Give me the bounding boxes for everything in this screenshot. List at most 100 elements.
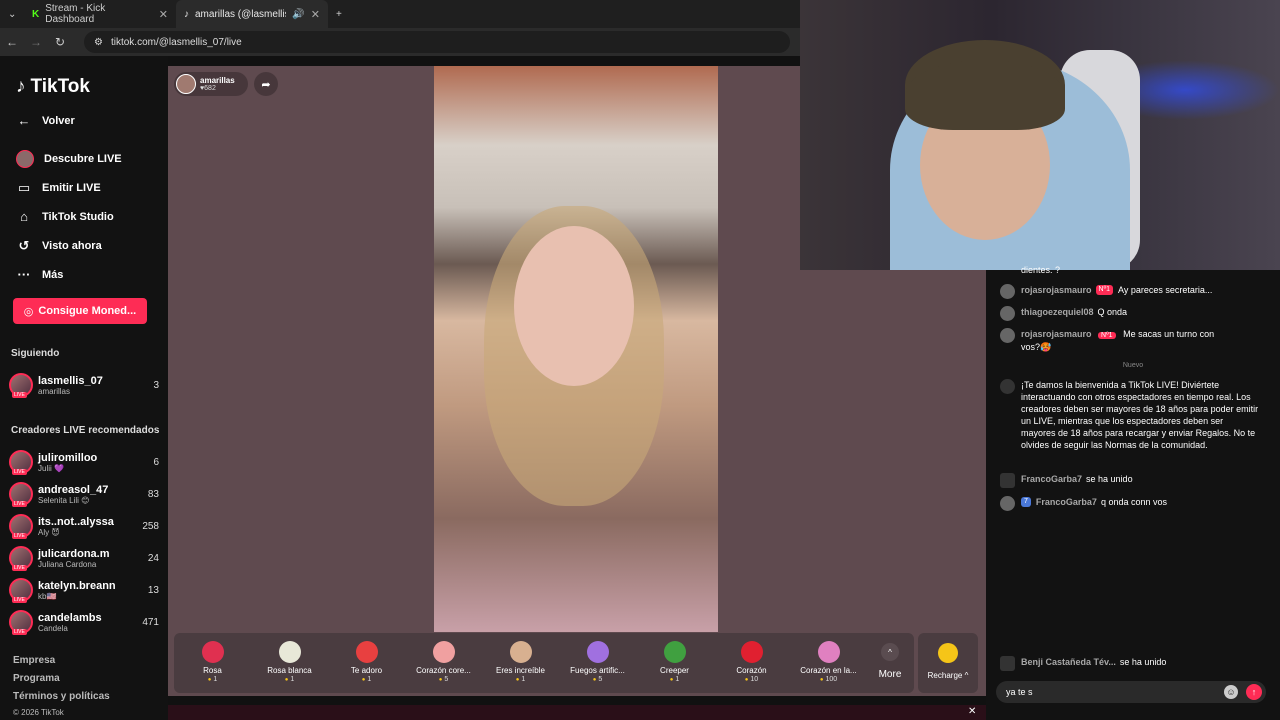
gift-label: Corazón en la...: [800, 666, 857, 675]
recommended-item[interactable]: its..not..alyssaAly 😈 258: [9, 512, 159, 540]
creator-nickname: amarillas: [38, 386, 71, 396]
avatar: [9, 482, 33, 507]
new-messages-divider: Nuevo: [1122, 362, 1144, 369]
gift-item[interactable]: Fuegos artific...5: [559, 633, 636, 693]
chat-user[interactable]: FrancoGarba7: [1021, 473, 1082, 488]
avatar: [9, 578, 33, 603]
chat-text: q onda conn vos: [1100, 497, 1167, 507]
footer-link-program[interactable]: Programa: [13, 673, 60, 684]
share-button[interactable]: ➦: [254, 72, 278, 96]
gift-item[interactable]: Te adoro1: [328, 633, 405, 693]
tab-label: amarillas (@lasmellis_07) e: [195, 8, 286, 20]
emoji-icon[interactable]: ☺: [1224, 685, 1238, 699]
gift-icon: [278, 641, 301, 663]
creator-name: juliromilloo: [38, 451, 98, 464]
chat-panel: dientes. ? rojasrojasmauro Nº1 Ay parece…: [986, 265, 1280, 720]
gift-item[interactable]: Corazón10: [713, 633, 790, 693]
streamer-info[interactable]: amarillas ♥682: [174, 72, 248, 96]
creator-name: julicardona.m: [38, 547, 110, 560]
tiktok-logo[interactable]: ♪ TikTok: [16, 76, 90, 98]
tab-label: Stream - Kick Dashboard: [45, 3, 106, 25]
avatar: [9, 514, 33, 539]
url-field[interactable]: ⚙ tiktok.com/@lasmellis_07/live: [84, 31, 790, 53]
gift-item[interactable]: Rosa1: [174, 633, 251, 693]
footer-link-company[interactable]: Empresa: [13, 655, 55, 666]
gift-icon: [817, 641, 840, 663]
gift-item[interactable]: Creeper1: [636, 633, 713, 693]
avatar: [9, 373, 33, 398]
address-bar-row: ← → ↻ ⚙ tiktok.com/@lasmellis_07/live: [0, 28, 800, 56]
gift-icon: [432, 641, 455, 663]
gift-price: 5: [439, 676, 448, 683]
chat-user[interactable]: rojasrojasmauro: [1021, 284, 1092, 299]
chat-input[interactable]: ya te s ☺ ↑: [996, 681, 1266, 703]
live-video[interactable]: [434, 66, 718, 632]
sidebar-item-studio[interactable]: ⌂ TikTok Studio: [16, 209, 114, 224]
sidebar-item-watched[interactable]: ↺ Visto ahora: [16, 238, 102, 254]
join-notice: Benji Castañeda Tév... se ha unido: [1000, 656, 1270, 671]
viewer-count: 6: [153, 456, 159, 468]
chat-user[interactable]: thiagoezequiel08: [1021, 306, 1094, 321]
sidebar-item-label: Descubre LIVE: [44, 153, 122, 165]
speaker-icon: 🔊: [292, 8, 305, 20]
join-text: se ha unido: [1086, 474, 1133, 484]
chat-user[interactable]: rojasrojasmauro: [1021, 329, 1092, 339]
tab-list-button[interactable]: ⌄: [0, 0, 24, 28]
viewer-count: 258: [142, 520, 159, 532]
get-coins-button[interactable]: ◎ Consigue Moned...: [13, 298, 147, 324]
back-icon[interactable]: ←: [0, 35, 24, 49]
gift-label: Rosa: [203, 666, 222, 675]
gift-item[interactable]: Eres increíble1: [482, 633, 559, 693]
recommended-item[interactable]: andreasol_47Selenita Lili 😊 83: [9, 480, 159, 508]
tiktok-icon: ♪: [184, 8, 189, 20]
level-badge: 7: [1021, 497, 1031, 507]
close-icon[interactable]: ✕: [311, 8, 320, 21]
gift-item[interactable]: Corazón core...5: [405, 633, 482, 693]
recommended-item[interactable]: juliromillooJulii 💜 6: [9, 448, 159, 476]
gift-item[interactable]: Corazón en la...100: [790, 633, 867, 693]
new-tab-button[interactable]: +: [328, 0, 350, 28]
sidebar-item-go-live[interactable]: ▭ Emitir LIVE: [16, 180, 101, 196]
viewer-count: 83: [147, 488, 159, 500]
gift-price: 1: [362, 676, 371, 683]
close-icon[interactable]: ✕: [159, 8, 168, 21]
chat-fragment: dientes. ?: [1021, 264, 1280, 276]
chat-message: 7 FrancoGarba7 q onda conn vos: [1000, 496, 1270, 511]
avatar: [1000, 496, 1015, 511]
tab-tiktok[interactable]: ♪ amarillas (@lasmellis_07) e 🔊 ✕: [176, 0, 328, 28]
send-button[interactable]: ↑: [1246, 684, 1262, 700]
footer-link-terms[interactable]: Términos y políticas: [13, 691, 110, 702]
creator-name: candelambs: [38, 611, 102, 624]
following-item[interactable]: lasmellis_07amarillas 3: [9, 371, 159, 399]
avatar: [1000, 328, 1015, 343]
gift-label: Fuegos artific...: [570, 666, 625, 675]
forward-icon[interactable]: →: [24, 35, 48, 49]
recharge-button[interactable]: Recharge ^: [918, 633, 978, 693]
recommended-item[interactable]: julicardona.mJuliana Cardona 24: [9, 544, 159, 572]
gift-item[interactable]: Rosa blanca1: [251, 633, 328, 693]
sidebar: ♪ TikTok ← Volver Descubre LIVE ▭ Emitir…: [0, 56, 168, 720]
tab-kick[interactable]: K Stream - Kick Dashboard ✕: [24, 0, 176, 28]
bottom-strip: ✕: [168, 705, 986, 720]
chat-user[interactable]: FrancoGarba7: [1036, 496, 1097, 511]
more-gifts-button[interactable]: ^ More: [867, 633, 913, 693]
avatar: [1000, 284, 1015, 299]
sidebar-item-more[interactable]: ··· Más: [16, 267, 64, 282]
reload-icon[interactable]: ↻: [48, 35, 72, 49]
gift-price: 5: [593, 676, 602, 683]
site-info-icon[interactable]: ⚙: [94, 37, 103, 48]
gift-price: 1: [516, 676, 525, 683]
tiktok-logo-icon: ♪: [16, 76, 26, 97]
sidebar-item-discover-live[interactable]: Descubre LIVE: [16, 150, 122, 168]
recommended-item[interactable]: katelyn.breannkb🇺🇸 13: [9, 576, 159, 604]
recommended-item[interactable]: candelambsCandela 471: [9, 608, 159, 636]
recommended-title: Creadores LIVE recomendados: [11, 425, 160, 436]
gift-label: Corazón core...: [416, 666, 471, 675]
back-button[interactable]: ← Volver: [16, 113, 75, 128]
creator-name: andreasol_47: [38, 483, 109, 496]
join-icon: [1000, 473, 1015, 488]
chat-message: rojasrojasmauro Nº1 Ay pareces secretari…: [1000, 284, 1270, 299]
back-label: Volver: [42, 114, 75, 127]
close-icon[interactable]: ✕: [968, 706, 976, 717]
chat-user[interactable]: Benji Castañeda Tév...: [1021, 656, 1116, 671]
